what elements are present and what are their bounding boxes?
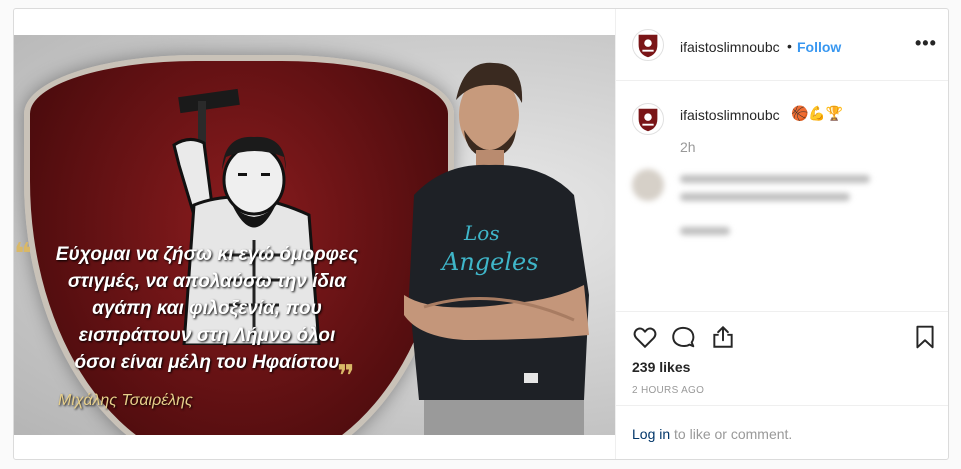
separator-dot: • xyxy=(787,38,792,54)
likes-count[interactable]: 239 likes xyxy=(632,359,690,375)
quote-line: εισπράττουν στη Λήμνο όλοι xyxy=(78,325,336,346)
quote-text: Εύχομαι να ζήσω κι εγώ όμορφες στιγμές, … xyxy=(32,241,382,376)
comment-icon[interactable] xyxy=(670,324,696,350)
login-prompt-text: to like or comment. xyxy=(670,426,793,442)
quote-author: Μιχάλης Τσαιρέλης xyxy=(58,392,193,409)
blurred-comment-text xyxy=(680,175,870,183)
avatar[interactable] xyxy=(632,103,664,135)
quote-open-mark: ❝ xyxy=(14,238,32,271)
player-photo: Los Angeles xyxy=(404,62,589,435)
heart-icon[interactable] xyxy=(632,324,658,350)
follow-button[interactable]: Follow xyxy=(797,39,841,55)
post-header: ifaistoslimnoubc • Follow ••• xyxy=(616,9,948,81)
commenter-avatar-blurred xyxy=(632,169,664,201)
quote-line: Εύχομαι να ζήσω κι εγώ όμορφες xyxy=(55,244,359,265)
login-link[interactable]: Log in xyxy=(632,426,670,442)
club-logo-icon xyxy=(638,108,658,132)
post-timestamp: 2 HOURS AGO xyxy=(632,385,705,396)
caption-timestamp: 2h xyxy=(680,139,696,155)
caption-emojis: 🏀💪🏆 xyxy=(791,105,844,121)
avatar[interactable] xyxy=(632,29,664,61)
username-link[interactable]: ifaistoslimnoubc xyxy=(680,39,780,55)
quote-line: αγάπη και φιλοξενία, που xyxy=(92,298,322,319)
post-card: Los Angeles ❝ Εύχομαι να ζήσω κι εγώ όμο… xyxy=(13,8,949,460)
post-sidebar: ifaistoslimnoubc • Follow ••• ifaistosli… xyxy=(615,9,948,459)
blurred-comment-meta xyxy=(680,227,730,235)
quote-line: όσοι είναι μέλη του Ηφαίστου xyxy=(74,352,340,373)
action-bar: 239 likes 2 HOURS AGO xyxy=(616,311,948,405)
svg-text:Angeles: Angeles xyxy=(440,248,539,276)
blurred-comment-text xyxy=(680,193,850,201)
bookmark-icon[interactable] xyxy=(912,324,938,350)
more-options-icon[interactable]: ••• xyxy=(915,33,937,54)
post-image[interactable]: Los Angeles ❝ Εύχομαι να ζήσω κι εγώ όμο… xyxy=(14,35,615,435)
club-logo-icon xyxy=(638,34,658,58)
quote-close-mark: ❞ xyxy=(337,360,355,393)
login-prompt: Log in to like or comment. xyxy=(616,405,948,459)
svg-text:Los: Los xyxy=(463,221,500,245)
quote-line: στιγμές, να απολαύσω την ίδια xyxy=(67,271,347,292)
share-icon[interactable] xyxy=(710,324,736,350)
comments-section: ifaistoslimnoubc 🏀💪🏆 2h xyxy=(616,81,948,311)
caption-username[interactable]: ifaistoslimnoubc xyxy=(680,107,780,123)
